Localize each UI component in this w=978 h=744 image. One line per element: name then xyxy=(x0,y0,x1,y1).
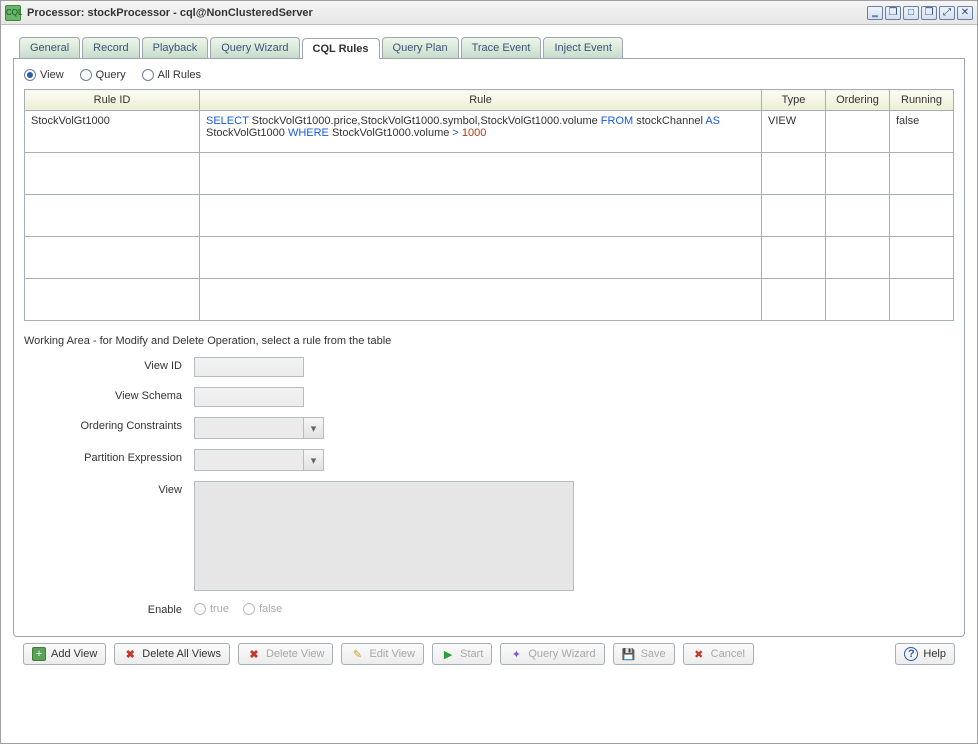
radio-dot-icon xyxy=(142,69,154,81)
chevron-down-icon: ▾ xyxy=(303,450,323,470)
cancel-label: Cancel xyxy=(711,648,745,660)
pencil-icon: ✎ xyxy=(350,647,364,661)
restore-down-button[interactable]: ❐ xyxy=(885,6,901,20)
table-row xyxy=(25,237,954,279)
radio-dot-icon xyxy=(194,603,206,615)
add-view-button-label: Add View xyxy=(51,648,97,660)
tab-cql-rules[interactable]: CQL Rules xyxy=(302,38,380,59)
rules-table: Rule ID Rule Type Ordering Running Stock… xyxy=(24,89,954,321)
add-view-button[interactable]: + Add View xyxy=(23,643,106,665)
start-label: Start xyxy=(460,648,483,660)
start-button: ▶ Start xyxy=(432,643,492,665)
restore-button[interactable]: ❐ xyxy=(921,6,937,20)
view-schema-label: View Schema xyxy=(24,387,194,402)
button-bar: + Add View ✖ Delete All Views ✖ Delete V… xyxy=(13,637,965,665)
partition-expression-label: Partition Expression xyxy=(24,449,194,464)
wizard-icon: ✦ xyxy=(509,647,523,661)
working-area-label: Working Area - for Modify and Delete Ope… xyxy=(24,335,954,347)
save-icon: 💾 xyxy=(622,647,636,661)
cell-rule-id: StockVolGt1000 xyxy=(25,111,200,153)
view-id-input[interactable] xyxy=(194,357,304,377)
view-id-label: View ID xyxy=(24,357,194,372)
tab-general[interactable]: General xyxy=(19,37,80,58)
enable-true-radio: true xyxy=(194,603,229,615)
view-textarea[interactable] xyxy=(194,481,574,591)
enable-label: Enable xyxy=(24,601,194,616)
filter-query-radio[interactable]: Query xyxy=(80,69,126,81)
view-label: View xyxy=(24,481,194,496)
add-view-icon: + xyxy=(32,647,46,661)
delete-icon: ✖ xyxy=(123,647,137,661)
cell-running: false xyxy=(890,111,954,153)
app-logo-icon: CQL xyxy=(5,5,21,21)
table-row xyxy=(25,153,954,195)
tab-inject-event[interactable]: Inject Event xyxy=(543,37,622,58)
cell-rule: SELECT StockVolGt1000.price,StockVolGt10… xyxy=(200,111,762,153)
delete-view-label: Delete View xyxy=(266,648,325,660)
table-row xyxy=(25,195,954,237)
enable-false-text: false xyxy=(259,603,282,615)
radio-dot-icon xyxy=(80,69,92,81)
help-label: Help xyxy=(923,648,946,660)
filter-allrules-radio[interactable]: All Rules xyxy=(142,69,201,81)
table-header-row: Rule ID Rule Type Ordering Running xyxy=(25,90,954,111)
chevron-down-icon: ▾ xyxy=(303,418,323,438)
ordering-constraints-select[interactable]: ▾ xyxy=(194,417,324,439)
maximize-button[interactable]: □ xyxy=(903,6,919,20)
filter-view-radio[interactable]: View xyxy=(24,69,64,81)
save-button: 💾 Save xyxy=(613,643,675,665)
table-row xyxy=(25,279,954,321)
delete-all-views-label: Delete All Views xyxy=(142,648,221,660)
table-row[interactable]: StockVolGt1000SELECT StockVolGt1000.pric… xyxy=(25,111,954,153)
filter-allrules-label: All Rules xyxy=(158,69,201,81)
cell-ordering xyxy=(826,111,890,153)
edit-view-button: ✎ Edit View xyxy=(341,643,424,665)
tab-query-plan[interactable]: Query Plan xyxy=(382,37,459,58)
th-rule-id[interactable]: Rule ID xyxy=(25,90,200,111)
edit-form: View ID View Schema Ordering Constraints… xyxy=(24,357,954,616)
minimize-button[interactable]: ‗ xyxy=(867,6,883,20)
filter-query-label: Query xyxy=(96,69,126,81)
cancel-icon: ✖ xyxy=(692,647,706,661)
filter-row: View Query All Rules xyxy=(24,69,954,81)
tab-query-wizard[interactable]: Query Wizard xyxy=(210,37,299,58)
th-running[interactable]: Running xyxy=(890,90,954,111)
radio-dot-icon xyxy=(24,69,36,81)
save-label: Save xyxy=(641,648,666,660)
tab-record[interactable]: Record xyxy=(82,37,139,58)
close-button[interactable]: ✕ xyxy=(957,6,973,20)
help-button[interactable]: ? Help xyxy=(895,643,955,665)
radio-dot-icon xyxy=(243,603,255,615)
tab-playback[interactable]: Playback xyxy=(142,37,209,58)
th-rule[interactable]: Rule xyxy=(200,90,762,111)
tab-bar: GeneralRecordPlaybackQuery WizardCQL Rul… xyxy=(13,37,965,59)
th-type[interactable]: Type xyxy=(762,90,826,111)
enable-true-text: true xyxy=(210,603,229,615)
ordering-constraints-label: Ordering Constraints xyxy=(24,417,194,432)
partition-expression-select[interactable]: ▾ xyxy=(194,449,324,471)
delete-view-button: ✖ Delete View xyxy=(238,643,334,665)
detach-button[interactable]: ⤢ xyxy=(939,6,955,20)
cell-type: VIEW xyxy=(762,111,826,153)
help-icon: ? xyxy=(904,647,918,661)
title-bar: CQL Processor: stockProcessor - cql@NonC… xyxy=(1,1,977,25)
window-title: Processor: stockProcessor - cql@NonClust… xyxy=(27,7,313,19)
view-schema-input[interactable] xyxy=(194,387,304,407)
delete-all-views-button[interactable]: ✖ Delete All Views xyxy=(114,643,230,665)
play-icon: ▶ xyxy=(441,647,455,661)
cancel-button: ✖ Cancel xyxy=(683,643,754,665)
tab-trace-event[interactable]: Trace Event xyxy=(461,37,542,58)
query-wizard-label: Query Wizard xyxy=(528,648,595,660)
filter-view-label: View xyxy=(40,69,64,81)
query-wizard-button: ✦ Query Wizard xyxy=(500,643,604,665)
edit-view-label: Edit View xyxy=(369,648,415,660)
th-ordering[interactable]: Ordering xyxy=(826,90,890,111)
enable-false-radio: false xyxy=(243,603,282,615)
delete-icon: ✖ xyxy=(247,647,261,661)
